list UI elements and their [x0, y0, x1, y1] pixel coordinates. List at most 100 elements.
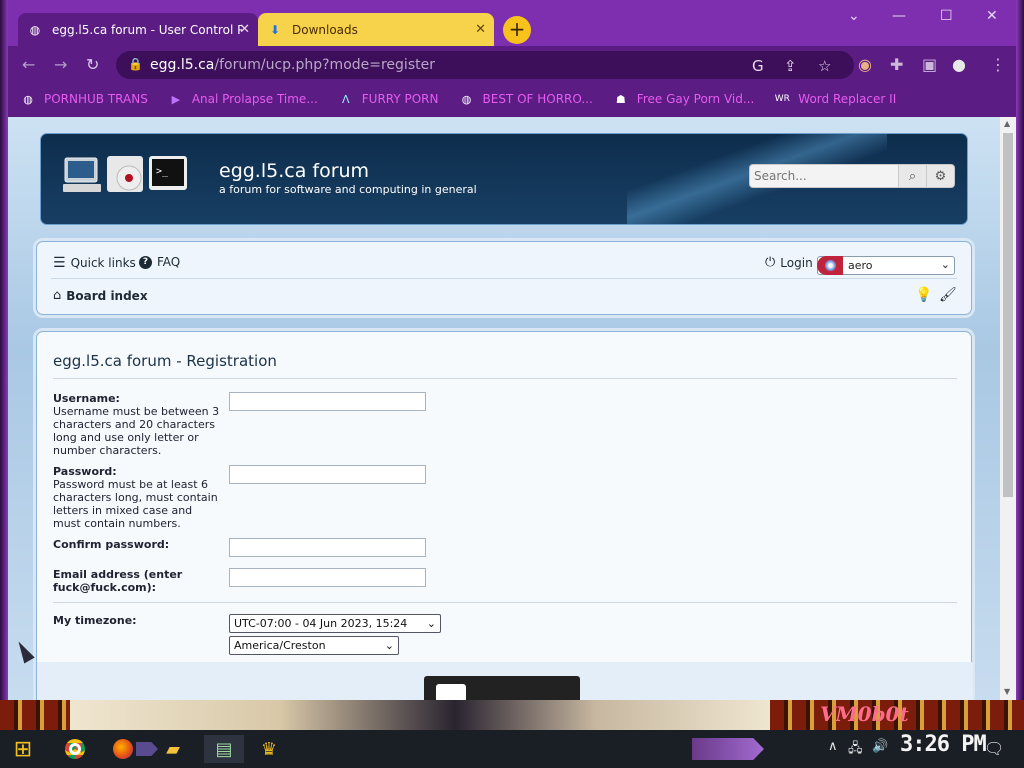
globe-icon: ◍: [23, 92, 33, 106]
chrome-icon[interactable]: [60, 735, 90, 763]
search-icon[interactable]: ⌕: [899, 164, 927, 188]
lock-icon: 🔒: [128, 57, 143, 71]
form-divider: [53, 602, 957, 603]
page-scrollbar[interactable]: ▲ ▼: [1000, 117, 1016, 700]
tab-downloads[interactable]: ⬇ Downloads ✕: [258, 13, 494, 46]
download-icon: ⬇: [269, 22, 281, 37]
chevron-down-icon: ⌄: [384, 639, 394, 652]
login-link[interactable]: ⏻ Login: [765, 255, 813, 270]
email-input[interactable]: [229, 568, 426, 587]
timezone-label: My timezone:: [53, 614, 137, 627]
brush-icon[interactable]: 🖌: [939, 287, 957, 303]
style-select[interactable]: aero ⌄: [817, 256, 955, 275]
address-bar[interactable]: 🔒 egg.l5.ca/forum/ucp.php?mode=register …: [116, 51, 854, 79]
reload-icon[interactable]: ↻: [86, 55, 99, 74]
search-input[interactable]: [749, 164, 899, 188]
site-icon: ☗: [615, 92, 626, 106]
bookmarks-bar: ◍ PORNHUB TRANS ▶ Anal Prolapse Time... ΛF…: [8, 84, 1016, 114]
globe-icon: ◍: [29, 22, 41, 37]
taskbar-progress-icon: [136, 735, 158, 763]
timezone-offset-select[interactable]: UTC-07:00 - 04 Jun 2023, 15:24 ⌄: [229, 614, 441, 633]
bookmark-item[interactable]: ▶ Anal Prolapse Time...: [168, 91, 318, 107]
url-path: /forum/ucp.php?mode=register: [214, 57, 435, 73]
gear-icon[interactable]: ⚙: [927, 164, 955, 188]
profile-icon[interactable]: ●: [952, 55, 966, 74]
submit-button-icon: [436, 684, 466, 700]
bookmark-item[interactable]: WR Word Replacer II: [774, 91, 897, 107]
start-button-icon[interactable]: ⊞: [8, 735, 38, 763]
password-label: Password: Password must be at least 6 ch…: [53, 465, 218, 530]
site-title[interactable]: egg.l5.ca forum: [219, 160, 369, 182]
home-icon: ⌂: [53, 288, 62, 303]
tab-title: egg.l5.ca forum - User Control Panel - R…: [52, 22, 242, 37]
submit-button[interactable]: [424, 676, 580, 700]
extensions-icon[interactable]: ✚: [890, 55, 903, 74]
bookmark-item[interactable]: ◍ PORNHUB TRANS: [20, 91, 148, 107]
faq-link[interactable]: ? FAQ: [139, 255, 180, 269]
menu-icon[interactable]: ⋮: [990, 55, 1006, 74]
bookmark-item[interactable]: ◍ BEST OF HORRO...: [459, 91, 593, 107]
new-tab-button[interactable]: +: [503, 16, 531, 44]
notifications-icon[interactable]: 🗨: [984, 739, 1004, 758]
search-box: ⌕ ⚙: [749, 164, 959, 188]
url-host: egg.l5.ca: [150, 57, 215, 73]
side-panel-icon[interactable]: ▣: [922, 55, 937, 74]
taskbar-clock[interactable]: 3:26 PM: [900, 732, 987, 757]
page-title: egg.l5.ca forum - Registration: [53, 352, 277, 370]
lightbulb-icon[interactable]: 💡: [915, 287, 932, 303]
app-icon[interactable]: ♛: [254, 735, 284, 763]
style-logo-icon: [817, 256, 843, 275]
forward-icon[interactable]: →: [54, 55, 67, 74]
globe-icon: ◍: [461, 92, 472, 106]
browser-chrome: ◍ egg.l5.ca forum - User Control Panel -…: [8, 0, 1016, 117]
navigation-row: ← → ↻ 🔒 egg.l5.ca/forum/ucp.php?mode=reg…: [8, 46, 1016, 84]
bookmark-item[interactable]: Λ FURRY PORN: [338, 91, 439, 107]
bookmark-item[interactable]: ☗ Free Gay Porn Vid...: [613, 91, 754, 107]
quick-links-menu[interactable]: ☰ Quick links: [53, 255, 136, 271]
confirm-password-input[interactable]: [229, 538, 426, 557]
close-tab-icon[interactable]: ✕: [475, 22, 486, 37]
volume-icon[interactable]: 🔊: [872, 739, 888, 754]
username-help: Username must be between 3 characters an…: [53, 405, 220, 457]
show-hidden-icons-icon[interactable]: ∧: [828, 739, 838, 754]
site-logo-icon: >_: [63, 156, 187, 192]
extension-avatar-icon[interactable]: ◉: [858, 55, 872, 74]
password-input[interactable]: [229, 465, 426, 484]
minimize-icon[interactable]: —: [892, 8, 906, 24]
site-header: >_ egg.l5.ca forum a forum for software …: [40, 133, 968, 225]
lambda-icon: Λ: [342, 92, 350, 106]
tab-search-icon[interactable]: ⌄: [848, 8, 860, 24]
heading-divider: [53, 378, 957, 379]
timezone-zone-select[interactable]: America/Creston ⌄: [229, 636, 399, 655]
maximize-icon[interactable]: ☐: [940, 8, 953, 24]
left-window-border: [0, 0, 8, 768]
question-icon: ?: [139, 255, 152, 269]
chevron-down-icon: ⌄: [426, 617, 436, 630]
remote-desktop-icon[interactable]: ▤: [204, 735, 244, 763]
file-explorer-icon[interactable]: ▰: [158, 735, 188, 763]
scroll-down-icon[interactable]: ▼: [1004, 687, 1010, 696]
email-label: Email address (enter fuck@fuck.com):: [53, 568, 183, 594]
board-index-link[interactable]: ⌂ Board index: [53, 288, 148, 303]
close-window-icon[interactable]: ✕: [986, 8, 998, 24]
right-window-border: [1016, 0, 1024, 768]
share-icon[interactable]: ⇪: [784, 57, 797, 75]
star-icon[interactable]: ☆: [818, 57, 831, 75]
back-icon[interactable]: ←: [22, 55, 35, 74]
page-viewport: >_ egg.l5.ca forum a forum for software …: [8, 117, 1000, 700]
desktop-wallpaper-strip: VM0b0t: [0, 700, 1024, 730]
scroll-up-icon[interactable]: ▲: [1004, 119, 1010, 128]
google-icon[interactable]: G: [752, 57, 764, 75]
chevron-down-icon: ⌄: [940, 258, 950, 271]
tab-title: Downloads: [292, 22, 358, 37]
tab-register[interactable]: ◍ egg.l5.ca forum - User Control Panel -…: [18, 13, 258, 46]
power-icon: ⏻: [765, 255, 776, 270]
bookmark-icon: ▶: [171, 92, 181, 106]
scrollbar-thumb[interactable]: [1003, 133, 1013, 497]
svg-text:>_: >_: [156, 166, 169, 177]
username-input[interactable]: [229, 392, 426, 411]
network-icon[interactable]: 🖧: [848, 739, 863, 761]
registration-panel: egg.l5.ca forum - Registration Username:…: [36, 331, 973, 700]
firefox-icon[interactable]: [108, 735, 138, 763]
close-tab-icon[interactable]: ✕: [239, 22, 250, 37]
